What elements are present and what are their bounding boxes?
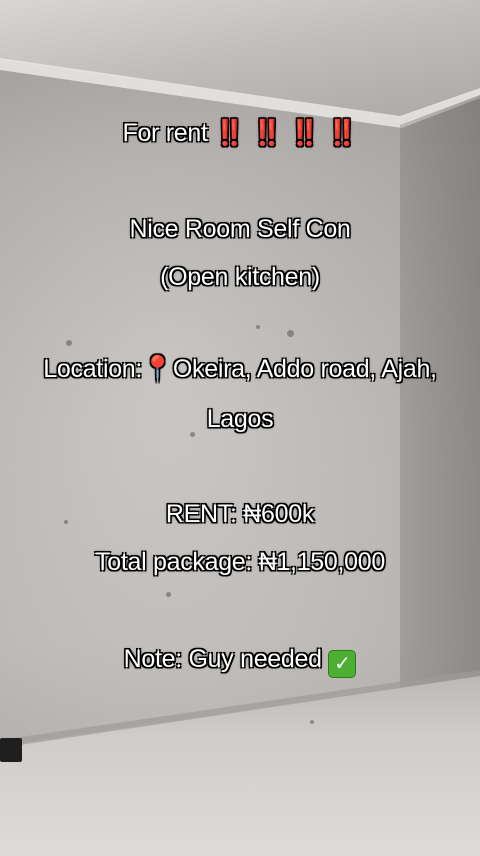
caption-line-kitchen: (Open kitchen) <box>160 263 320 291</box>
caption-line-city: Lagos <box>206 405 274 433</box>
check-mark-icon: ✓ <box>328 650 357 678</box>
location-text: Okeira, Addo road, Ajah, <box>172 355 437 383</box>
for-rent-text: For rent <box>122 119 208 147</box>
caption-line-rent: RENT: ₦600k <box>165 500 315 528</box>
caption-line-total-package: Total package: ₦1,150,000 <box>95 548 385 576</box>
wall-stain <box>66 340 72 346</box>
pin-icon: 📍 <box>142 355 173 383</box>
caption-line-note: Note: Guy needed ✓ <box>0 644 480 678</box>
double-exclamation-icon: ‼️ ‼️ ‼️ ‼️ <box>214 119 358 147</box>
wall-stain <box>166 592 171 597</box>
note-text: Note: Guy needed <box>123 645 322 673</box>
caption-line-room-type: Nice Room Self Con <box>129 215 351 243</box>
caption-line-for-rent: For rent ‼️ ‼️ ‼️ ‼️ <box>0 118 480 148</box>
wall-stain <box>256 325 260 329</box>
caption-line-location: Location:📍Okeira, Addo road, Ajah, <box>0 354 480 384</box>
location-label: Location: <box>43 355 143 383</box>
wall-stain <box>310 720 314 724</box>
wall-socket <box>0 738 22 762</box>
wall-stain <box>287 330 294 337</box>
